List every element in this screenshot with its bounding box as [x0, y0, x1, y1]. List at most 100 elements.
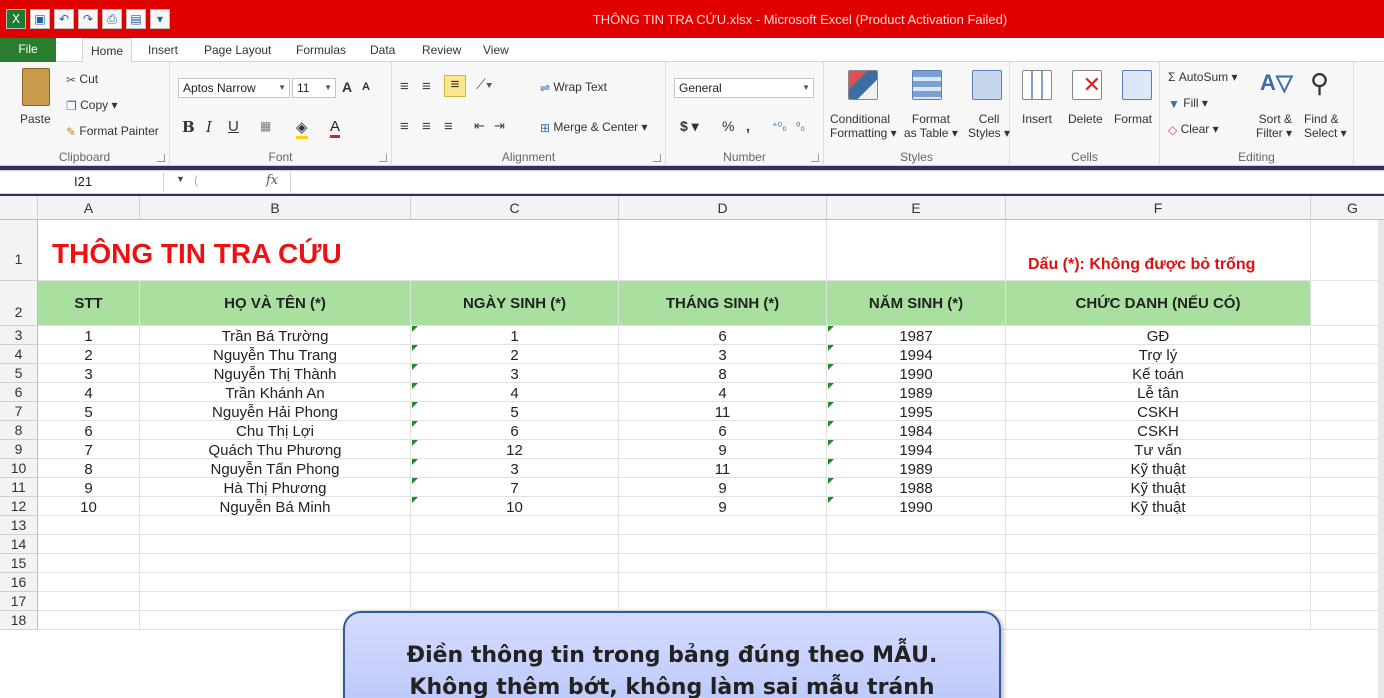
font-size-select[interactable]: 11 ▼ — [292, 78, 336, 98]
table-cell-g4[interactable] — [1311, 345, 1384, 364]
undo-icon[interactable]: ↶ — [54, 9, 74, 29]
table-cell-c8[interactable]: 6 — [411, 421, 619, 440]
row-header-12[interactable]: 12 — [0, 497, 38, 516]
table-cell-c6[interactable]: 4 — [411, 383, 619, 402]
table-cell-c5[interactable]: 3 — [411, 364, 619, 383]
table-cell-a9[interactable]: 7 — [38, 440, 140, 459]
row-header-11[interactable]: 11 — [0, 478, 38, 497]
borders-icon[interactable]: ▦ — [260, 119, 271, 133]
find-binoculars-icon[interactable]: ⚲ — [1310, 68, 1329, 99]
table-cell-f8[interactable]: CSKH — [1006, 421, 1311, 440]
table-cell-e3[interactable]: 1987 — [827, 326, 1006, 345]
table-cell-f5[interactable]: Kế toán — [1006, 364, 1311, 383]
table-cell-c7[interactable]: 5 — [411, 402, 619, 421]
table-cell-g8[interactable] — [1311, 421, 1384, 440]
cut-button[interactable]: ✂ Cut — [66, 72, 98, 87]
cell-styles-icon[interactable] — [972, 70, 1002, 100]
empty-cell-e16[interactable] — [827, 573, 1006, 592]
find-select-button[interactable]: Find & Select ▾ — [1304, 112, 1347, 140]
tab-file[interactable]: File — [0, 38, 56, 62]
table-cell-g10[interactable] — [1311, 459, 1384, 478]
header-cell-g[interactable] — [1311, 281, 1384, 326]
empty-cell-f17[interactable] — [1006, 592, 1311, 611]
table-cell-b10[interactable]: Nguyễn Tấn Phong — [140, 459, 411, 478]
format-as-table-icon[interactable] — [912, 70, 942, 100]
paste-icon[interactable] — [22, 68, 50, 106]
column-header-b[interactable]: B — [140, 196, 411, 220]
header-cell-b[interactable]: HỌ VÀ TÊN (*) — [140, 281, 411, 326]
format-cells-icon[interactable] — [1122, 70, 1152, 100]
row-header-15[interactable]: 15 — [0, 554, 38, 573]
format-as-table-button[interactable]: Format as Table ▾ — [904, 112, 958, 140]
print-preview-icon[interactable]: ⎙ — [102, 9, 122, 29]
empty-cell-b13[interactable] — [140, 516, 411, 535]
align-left-icon[interactable]: ≡ — [400, 118, 409, 135]
select-all-corner[interactable] — [0, 196, 38, 220]
table-cell-e11[interactable]: 1988 — [827, 478, 1006, 497]
insert-button[interactable]: Insert — [1022, 112, 1052, 126]
shrink-font-button[interactable]: A — [362, 81, 370, 93]
table-cell-d4[interactable]: 3 — [619, 345, 827, 364]
row-header-4[interactable]: 4 — [0, 345, 38, 364]
comma-button[interactable]: , — [746, 118, 750, 134]
empty-cell-a16[interactable] — [38, 573, 140, 592]
table-cell-b4[interactable]: Nguyễn Thu Trang — [140, 345, 411, 364]
column-header-f[interactable]: F — [1006, 196, 1311, 220]
name-box[interactable]: I21 — [4, 172, 164, 192]
delete-cells-icon[interactable]: ✕ — [1072, 70, 1102, 100]
format-painter-button[interactable]: ✎ Format Painter — [66, 124, 159, 139]
row-header-14[interactable]: 14 — [0, 535, 38, 554]
autosum-button[interactable]: Σ AutoSum ▾ — [1168, 70, 1237, 84]
table-cell-e9[interactable]: 1994 — [827, 440, 1006, 459]
table-cell-e4[interactable]: 1994 — [827, 345, 1006, 364]
table-cell-g5[interactable] — [1311, 364, 1384, 383]
row-header-7[interactable]: 7 — [0, 402, 38, 421]
empty-cell-g18[interactable] — [1311, 611, 1384, 630]
empty-cell-b16[interactable] — [140, 573, 411, 592]
column-header-g[interactable]: G — [1311, 196, 1384, 220]
empty-cell-d14[interactable] — [619, 535, 827, 554]
table-cell-a4[interactable]: 2 — [38, 345, 140, 364]
formula-bar-splitter-icon[interactable]: ( — [194, 173, 198, 187]
font-name-select[interactable]: Aptos Narrow ▼ — [178, 78, 290, 98]
percent-button[interactable]: % — [722, 118, 734, 134]
table-cell-g12[interactable] — [1311, 497, 1384, 516]
table-cell-b12[interactable]: Nguyễn Bá Minh — [140, 497, 411, 516]
empty-cell-d15[interactable] — [619, 554, 827, 573]
empty-cell-a18[interactable] — [38, 611, 140, 630]
empty-cell-g17[interactable] — [1311, 592, 1384, 611]
table-cell-a5[interactable]: 3 — [38, 364, 140, 383]
table-cell-c11[interactable]: 7 — [411, 478, 619, 497]
insert-cells-icon[interactable] — [1022, 70, 1052, 100]
table-cell-f7[interactable]: CSKH — [1006, 402, 1311, 421]
empty-cell-d16[interactable] — [619, 573, 827, 592]
row-header-17[interactable]: 17 — [0, 592, 38, 611]
table-cell-d8[interactable]: 6 — [619, 421, 827, 440]
merge-center-button[interactable]: ⊞ Merge & Center ▾ — [540, 120, 647, 135]
formula-input[interactable] — [290, 171, 1384, 193]
clear-button[interactable]: ◇ Clear ▾ — [1168, 122, 1219, 137]
table-cell-b9[interactable]: Quách Thu Phương — [140, 440, 411, 459]
column-header-c[interactable]: C — [411, 196, 619, 220]
table-cell-a7[interactable]: 5 — [38, 402, 140, 421]
indent-decrease-icon[interactable]: ⇤ — [474, 118, 485, 134]
italic-button[interactable]: I — [206, 118, 212, 136]
new-document-icon[interactable]: ▤ — [126, 9, 146, 29]
clipboard-launcher-icon[interactable] — [157, 154, 165, 162]
cell-styles-button[interactable]: Cell Styles ▾ — [968, 112, 1010, 140]
table-cell-d9[interactable]: 9 — [619, 440, 827, 459]
table-cell-d6[interactable]: 4 — [619, 383, 827, 402]
tab-review[interactable]: Review — [422, 43, 461, 57]
number-launcher-icon[interactable] — [811, 154, 819, 162]
fill-button[interactable]: ▼ Fill ▾ — [1168, 96, 1208, 111]
grow-font-button[interactable]: A — [342, 79, 352, 95]
conditional-formatting-button[interactable]: Conditional Formatting ▾ — [830, 112, 897, 140]
empty-cell-a15[interactable] — [38, 554, 140, 573]
empty-cell-a13[interactable] — [38, 516, 140, 535]
empty-cell-e14[interactable] — [827, 535, 1006, 554]
table-cell-d10[interactable]: 11 — [619, 459, 827, 478]
delete-button[interactable]: Delete — [1068, 112, 1103, 126]
empty-cell-f16[interactable] — [1006, 573, 1311, 592]
table-cell-d12[interactable]: 9 — [619, 497, 827, 516]
table-cell-f11[interactable]: Kỹ thuật — [1006, 478, 1311, 497]
